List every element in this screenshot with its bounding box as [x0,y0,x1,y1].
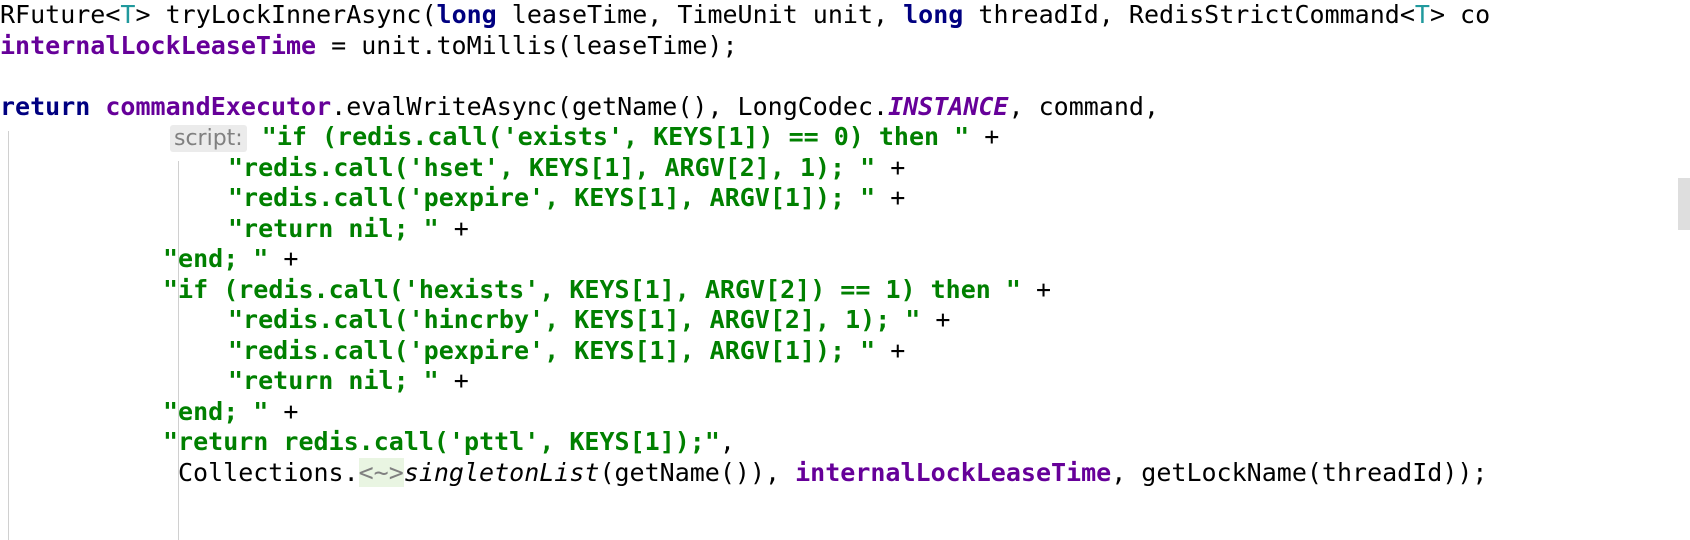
vertical-scrollbar-thumb[interactable] [1678,178,1690,230]
type-parameter-token: T [120,0,136,29]
code-token: > co [1429,0,1491,29]
code-line[interactable]: "return redis.call('pttl', KEYS[1]);", [0,427,1690,458]
code-line[interactable]: Collections.<~>singletonList(getName()),… [0,457,1690,489]
code-token: Collections. [178,457,359,487]
string-literal: "return nil; " [228,366,439,395]
string-literal: "redis.call('pexpire', KEYS[1], ARGV[1])… [228,183,876,212]
code-token: (getName()), [599,457,796,487]
code-token: + [438,213,469,243]
code-editor[interactable]: RFuture<T> tryLockInnerAsync(long leaseT… [0,0,1690,540]
code-token: + [438,366,469,395]
code-line[interactable]: script: "if (redis.call('exists', KEYS[1… [0,122,1690,153]
code-token: , command, [1008,91,1159,121]
code-token: > tryLockInnerAsync( [135,0,437,29]
code-lines-container[interactable]: RFuture<T> tryLockInnerAsync(long leaseT… [0,0,1690,540]
string-literal: "redis.call('hset', KEYS[1], ARGV[2], 1)… [228,152,876,182]
code-token: + [969,122,1000,151]
code-token: + [920,305,951,334]
code-token: + [875,335,906,365]
field-token: commandExecutor [105,91,332,121]
type-inlay-marker: <~> [358,457,404,487]
code-line[interactable]: "end; " + [0,397,1690,428]
code-token: + [268,244,299,273]
code-line[interactable] [0,61,1690,92]
code-token: + [875,152,906,182]
type-parameter-token: T [1414,0,1430,29]
static-constant-token: INSTANCE [888,91,1009,121]
code-token: , getLockName(threadId)); [1111,457,1488,487]
field-token: internalLockLeaseTime [795,457,1112,487]
code-line[interactable]: RFuture<T> tryLockInnerAsync(long leaseT… [0,0,1690,31]
code-token: + [268,396,299,426]
string-literal: "return redis.call('pttl', KEYS[1]);" [163,427,720,456]
code-token: + [1020,274,1052,304]
code-line[interactable]: "return nil; " + [0,214,1690,245]
string-literal: "if (redis.call('exists', KEYS[1]) == 0)… [261,122,970,151]
code-line[interactable]: "return nil; " + [0,366,1690,397]
code-token: RFuture< [0,0,121,29]
code-token: leaseTime, TimeUnit unit, [496,0,904,29]
field-token: internalLockLeaseTime [0,30,317,60]
keyword-token: return [0,91,91,121]
code-line[interactable]: "redis.call('hset', KEYS[1], ARGV[2], 1)… [0,153,1690,184]
code-line[interactable]: "end; " + [0,244,1690,275]
static-method-token: singletonList [403,457,600,487]
code-line[interactable]: "if (redis.call('hexists', KEYS[1], ARGV… [0,275,1690,306]
code-line[interactable]: "redis.call('hincrby', KEYS[1], ARGV[2],… [0,305,1690,336]
keyword-token: long [903,0,964,29]
code-token: = unit.toMillis(leaseTime); [316,30,738,60]
string-literal: "return nil; " [228,213,439,243]
code-line[interactable]: "redis.call('pexpire', KEYS[1], ARGV[1])… [0,336,1690,367]
indent-guide-line [8,131,9,540]
code-line[interactable]: internalLockLeaseTime = unit.toMillis(le… [0,31,1690,62]
string-literal: "if (redis.call('hexists', KEYS[1], ARGV… [163,274,1021,304]
code-token: , [719,427,735,456]
code-token: .evalWriteAsync(getName(), LongCodec. [331,91,889,121]
indent-guide-line [178,161,179,540]
code-line[interactable]: "redis.call('pexpire', KEYS[1], ARGV[1])… [0,183,1690,214]
string-literal: "redis.call('hincrby', KEYS[1], ARGV[2],… [228,305,921,334]
code-line[interactable]: return commandExecutor.evalWriteAsync(ge… [0,92,1690,123]
code-token: + [875,183,906,212]
code-token: threadId, RedisStrictCommand< [963,0,1415,29]
parameter-hint-chip: script: [170,125,247,152]
string-literal: "redis.call('pexpire', KEYS[1], ARGV[1])… [228,335,876,365]
keyword-token: long [436,0,497,29]
